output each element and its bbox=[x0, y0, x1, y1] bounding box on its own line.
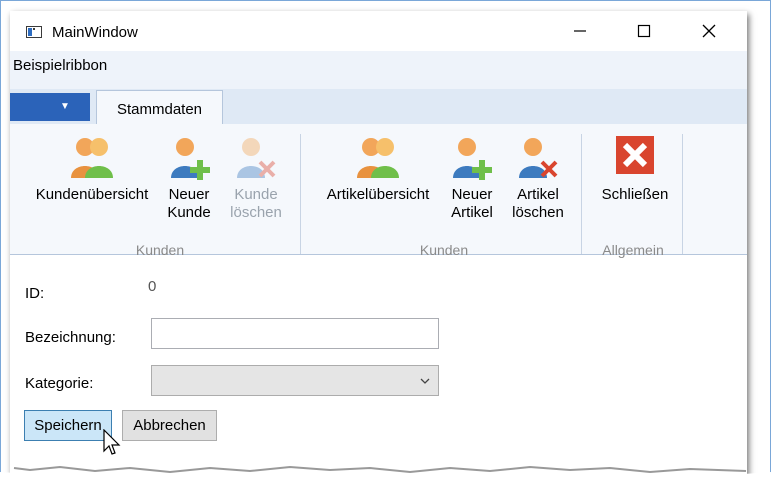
bezeichnung-input[interactable] bbox=[151, 318, 439, 349]
neuer-artikel-label-2: Artikel bbox=[451, 204, 493, 221]
neuer-artikel-label-1: Neuer bbox=[451, 186, 493, 203]
user-add-icon bbox=[171, 138, 210, 180]
minimize-icon bbox=[574, 30, 586, 32]
maximize-button[interactable] bbox=[621, 11, 667, 51]
artikel-loeschen-label-2: löschen bbox=[512, 204, 564, 221]
chevron-down-icon: ▼ bbox=[60, 101, 70, 112]
neuer-artikel-button[interactable]: Neuer Artikel bbox=[442, 134, 502, 239]
kategorie-label: Kategorie: bbox=[25, 375, 94, 392]
kundenuebersicht-label: Kundenübersicht bbox=[35, 186, 149, 203]
two-users-icon bbox=[71, 138, 113, 178]
kategorie-select[interactable] bbox=[151, 365, 439, 396]
group-label-allgemein: Allgemein bbox=[602, 242, 664, 258]
group-label-kunden-2: Kunden bbox=[419, 242, 469, 258]
close-icon bbox=[702, 24, 716, 38]
kunde-loeschen-button: Kunde löschen bbox=[224, 134, 288, 239]
artikel-loeschen-button[interactable]: Artikel löschen bbox=[506, 134, 570, 239]
artikel-loeschen-label-1: Artikel bbox=[517, 186, 559, 203]
window-title: MainWindow bbox=[52, 24, 138, 41]
user-add-icon bbox=[453, 138, 492, 180]
close-red-icon bbox=[616, 136, 654, 174]
two-users-icon bbox=[357, 138, 399, 178]
cancel-button[interactable]: Abbrechen bbox=[122, 410, 217, 441]
kundenuebersicht-button[interactable]: Kundenübersicht bbox=[26, 134, 158, 239]
neuer-kunde-button[interactable]: Neuer Kunde bbox=[160, 134, 218, 239]
kunde-loeschen-label-2: löschen bbox=[230, 204, 282, 221]
ribbon-body: Kundenübersicht Neuer Kunde Kunde lösche… bbox=[10, 124, 747, 258]
group-separator bbox=[581, 134, 582, 254]
group-label-kunden-1: Kunden bbox=[135, 242, 185, 258]
tab-label: Stammdaten bbox=[116, 101, 203, 118]
neuer-kunde-label-2: Kunde bbox=[167, 204, 211, 221]
title-bar[interactable]: MainWindow bbox=[10, 11, 747, 51]
artikeluebersicht-label: Artikelübersicht bbox=[326, 186, 430, 203]
app-window-icon bbox=[26, 26, 42, 38]
group-separator bbox=[682, 134, 683, 254]
group-separator bbox=[300, 134, 301, 254]
torn-edge bbox=[0, 465, 771, 495]
id-label: ID: bbox=[25, 285, 45, 302]
kunde-loeschen-label-1: Kunde bbox=[234, 186, 278, 203]
maximize-icon bbox=[637, 24, 651, 38]
user-delete-icon bbox=[519, 138, 558, 178]
user-delete-icon bbox=[237, 138, 276, 178]
chevron-down-icon bbox=[420, 378, 430, 384]
close-window-button[interactable] bbox=[686, 11, 732, 51]
schliessen-label: Schließen bbox=[601, 186, 669, 203]
neuer-kunde-label-1: Neuer bbox=[168, 186, 210, 203]
ribbon-title: Beispielribbon bbox=[13, 57, 108, 74]
save-button[interactable]: Speichern bbox=[24, 410, 112, 441]
bezeichnung-label: Bezeichnung: bbox=[25, 329, 116, 346]
ribbon-title-bar: Beispielribbon bbox=[10, 51, 747, 89]
artikeluebersicht-button[interactable]: Artikelübersicht bbox=[314, 134, 442, 239]
id-value: 0 bbox=[148, 278, 157, 295]
minimize-button[interactable] bbox=[557, 11, 603, 51]
schliessen-button[interactable]: Schließen bbox=[590, 134, 680, 239]
main-window: MainWindow Beispielribbon ▼ Stammdaten K… bbox=[10, 11, 747, 476]
tab-stammdaten[interactable]: Stammdaten bbox=[96, 90, 223, 125]
app-menu-button[interactable]: ▼ bbox=[10, 93, 90, 121]
